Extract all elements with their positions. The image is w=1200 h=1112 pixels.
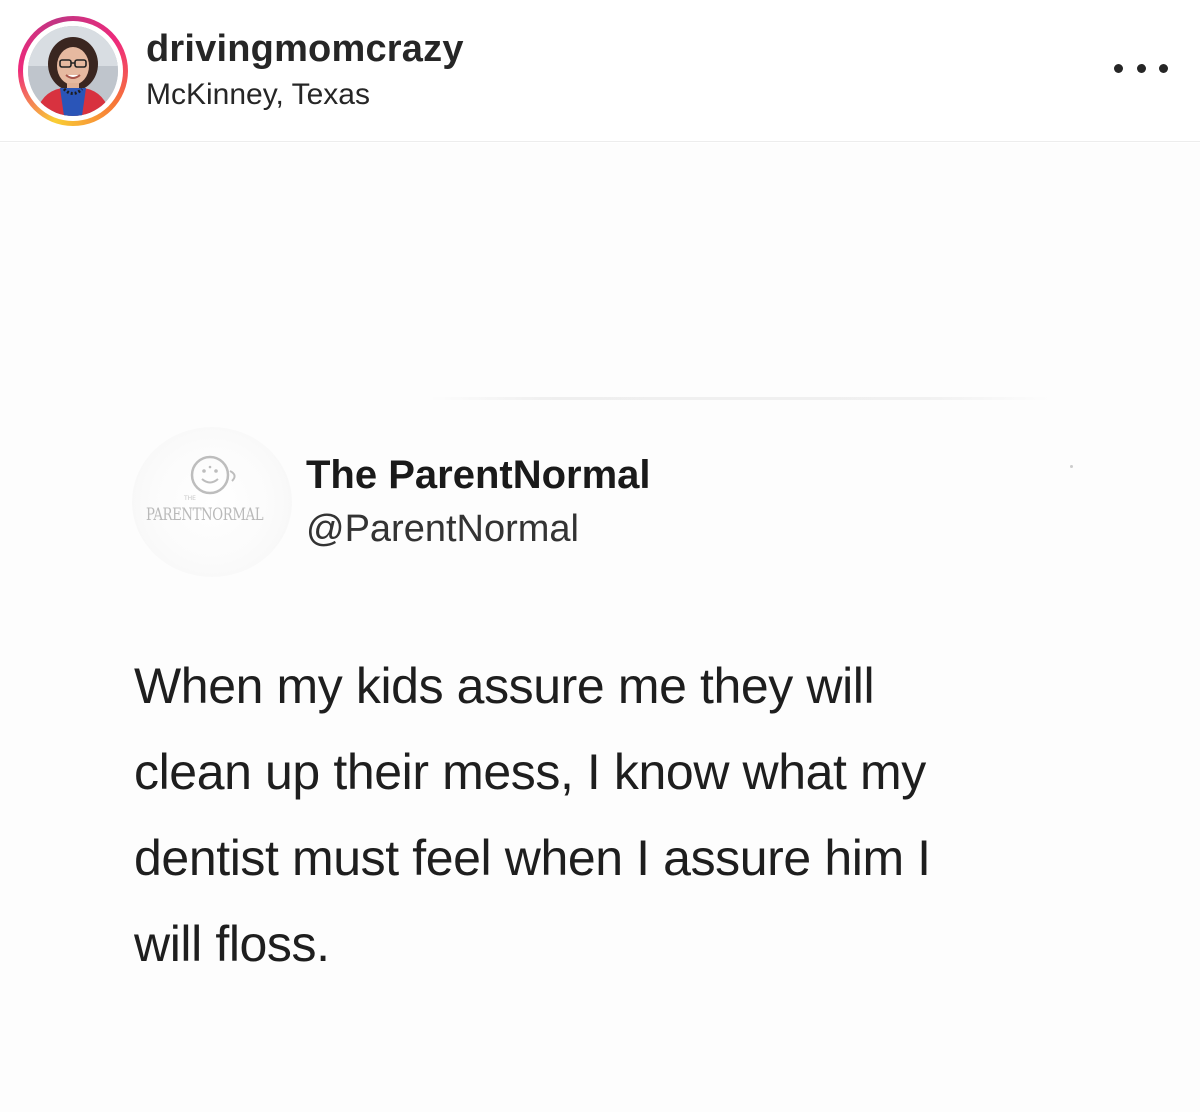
tweet-text-line: will floss.	[134, 916, 330, 972]
tweet-text-line: dentist must feel when I assure him I	[134, 830, 931, 886]
username[interactable]: drivingmomcrazy	[146, 28, 464, 71]
profile-photo-icon	[28, 26, 118, 116]
speck	[1070, 465, 1073, 468]
more-options-button[interactable]	[1114, 52, 1168, 84]
post-image[interactable]: THE PARENTNORMAL The ParentNormal @Paren…	[0, 143, 1200, 1112]
tweet-text: When my kids assure me they will clean u…	[134, 643, 1094, 987]
divider	[430, 397, 1050, 400]
smiley-face-icon: THE	[183, 455, 236, 502]
location-tag[interactable]: McKinney, Texas	[146, 78, 370, 112]
story-ring[interactable]	[18, 16, 128, 126]
post-header: drivingmomcrazy McKinney, Texas	[0, 0, 1200, 142]
logo-text: PARENTNORMAL	[146, 505, 264, 525]
tweet-display-name: The ParentNormal	[306, 453, 651, 497]
tweet-text-line: When my kids assure me they will	[134, 658, 875, 714]
svg-text:THE: THE	[183, 495, 196, 502]
avatar[interactable]	[28, 26, 118, 116]
more-options-icon	[1114, 63, 1123, 73]
tweet-avatar: THE PARENTNORMAL	[132, 427, 292, 577]
instagram-post: drivingmomcrazy McKinney, Texas THE PARE…	[0, 0, 1200, 1112]
tweet-text-line: clean up their mess, I know what my	[134, 744, 926, 800]
tweet-handle: @ParentNormal	[306, 508, 579, 550]
